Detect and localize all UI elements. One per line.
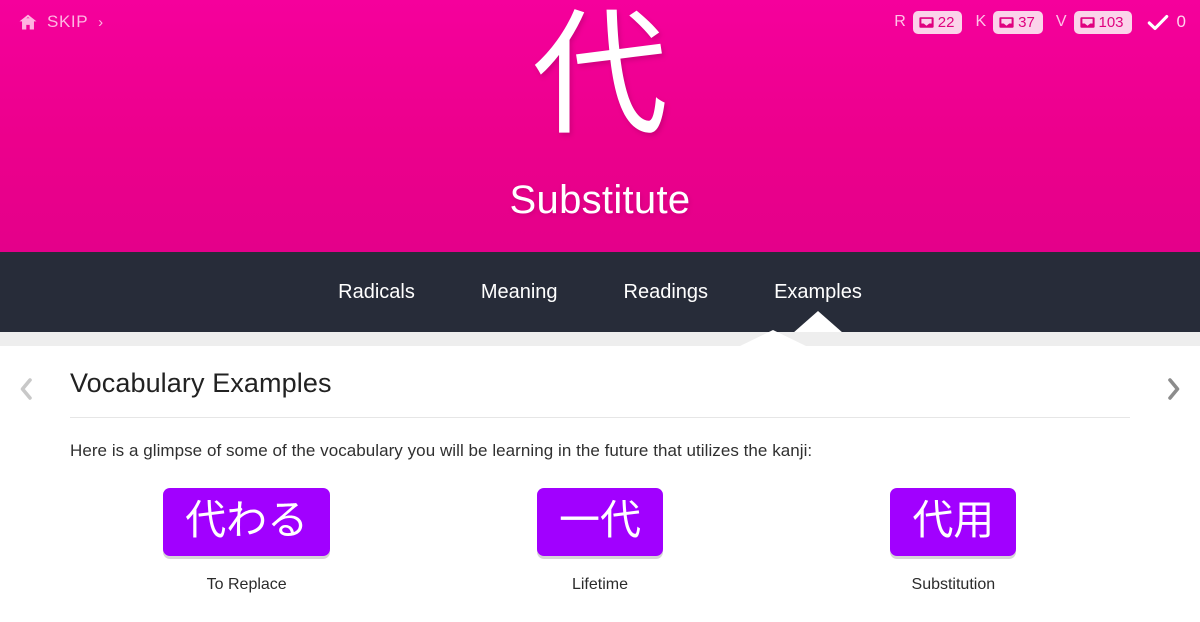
chevron-right-icon	[1163, 374, 1185, 404]
tab-examples[interactable]: Examples	[741, 252, 895, 333]
tab-meaning[interactable]: Meaning	[448, 252, 591, 332]
active-tab-notch	[740, 330, 806, 346]
tab-radicals[interactable]: Radicals	[305, 252, 448, 332]
tab-examples-label: Examples	[774, 281, 862, 303]
list-item: 代用 Substitution	[777, 488, 1130, 594]
nav-divider-strip	[0, 330, 1200, 346]
kanji-meaning: Substitute	[509, 178, 691, 222]
list-item: 代わる To Replace	[70, 488, 423, 594]
list-item: 一代 Lifetime	[423, 488, 776, 594]
vocabulary-meaning-2: Lifetime	[571, 576, 628, 594]
vocabulary-word-2[interactable]: 一代	[536, 488, 663, 557]
next-section-button[interactable]	[1152, 346, 1196, 622]
examples-panel: Vocabulary Examples Here is a glimpse of…	[0, 346, 1200, 622]
page-title: Vocabulary Examples	[70, 368, 332, 398]
vocabulary-word-3[interactable]: 代用	[890, 488, 1017, 557]
vocabulary-list: 代わる To Replace 一代 Lifetime 代用 Substituti…	[70, 488, 1130, 594]
chevron-left-icon	[15, 374, 37, 404]
vocabulary-meaning-1: To Replace	[206, 576, 287, 594]
tab-readings[interactable]: Readings	[591, 252, 742, 332]
vocabulary-meaning-3: Substitution	[911, 576, 996, 594]
examples-content: Vocabulary Examples Here is a glimpse of…	[70, 346, 1130, 594]
intro-text: Here is a glimpse of some of the vocabul…	[70, 441, 813, 460]
prev-section-button[interactable]	[4, 346, 48, 622]
title-divider	[70, 417, 1130, 418]
kanji-character: 代	[532, 0, 668, 155]
kanji-header: SKIP › R 22 K 37 V 103 0 代 Substitute	[0, 0, 1200, 252]
vocabulary-word-1[interactable]: 代わる	[163, 488, 331, 557]
kanji-lesson-page: SKIP › R 22 K 37 V 103 0 代 Substitute Ra…	[0, 0, 1200, 622]
lesson-tabs: Radicals Meaning Readings Examples	[0, 252, 1200, 333]
